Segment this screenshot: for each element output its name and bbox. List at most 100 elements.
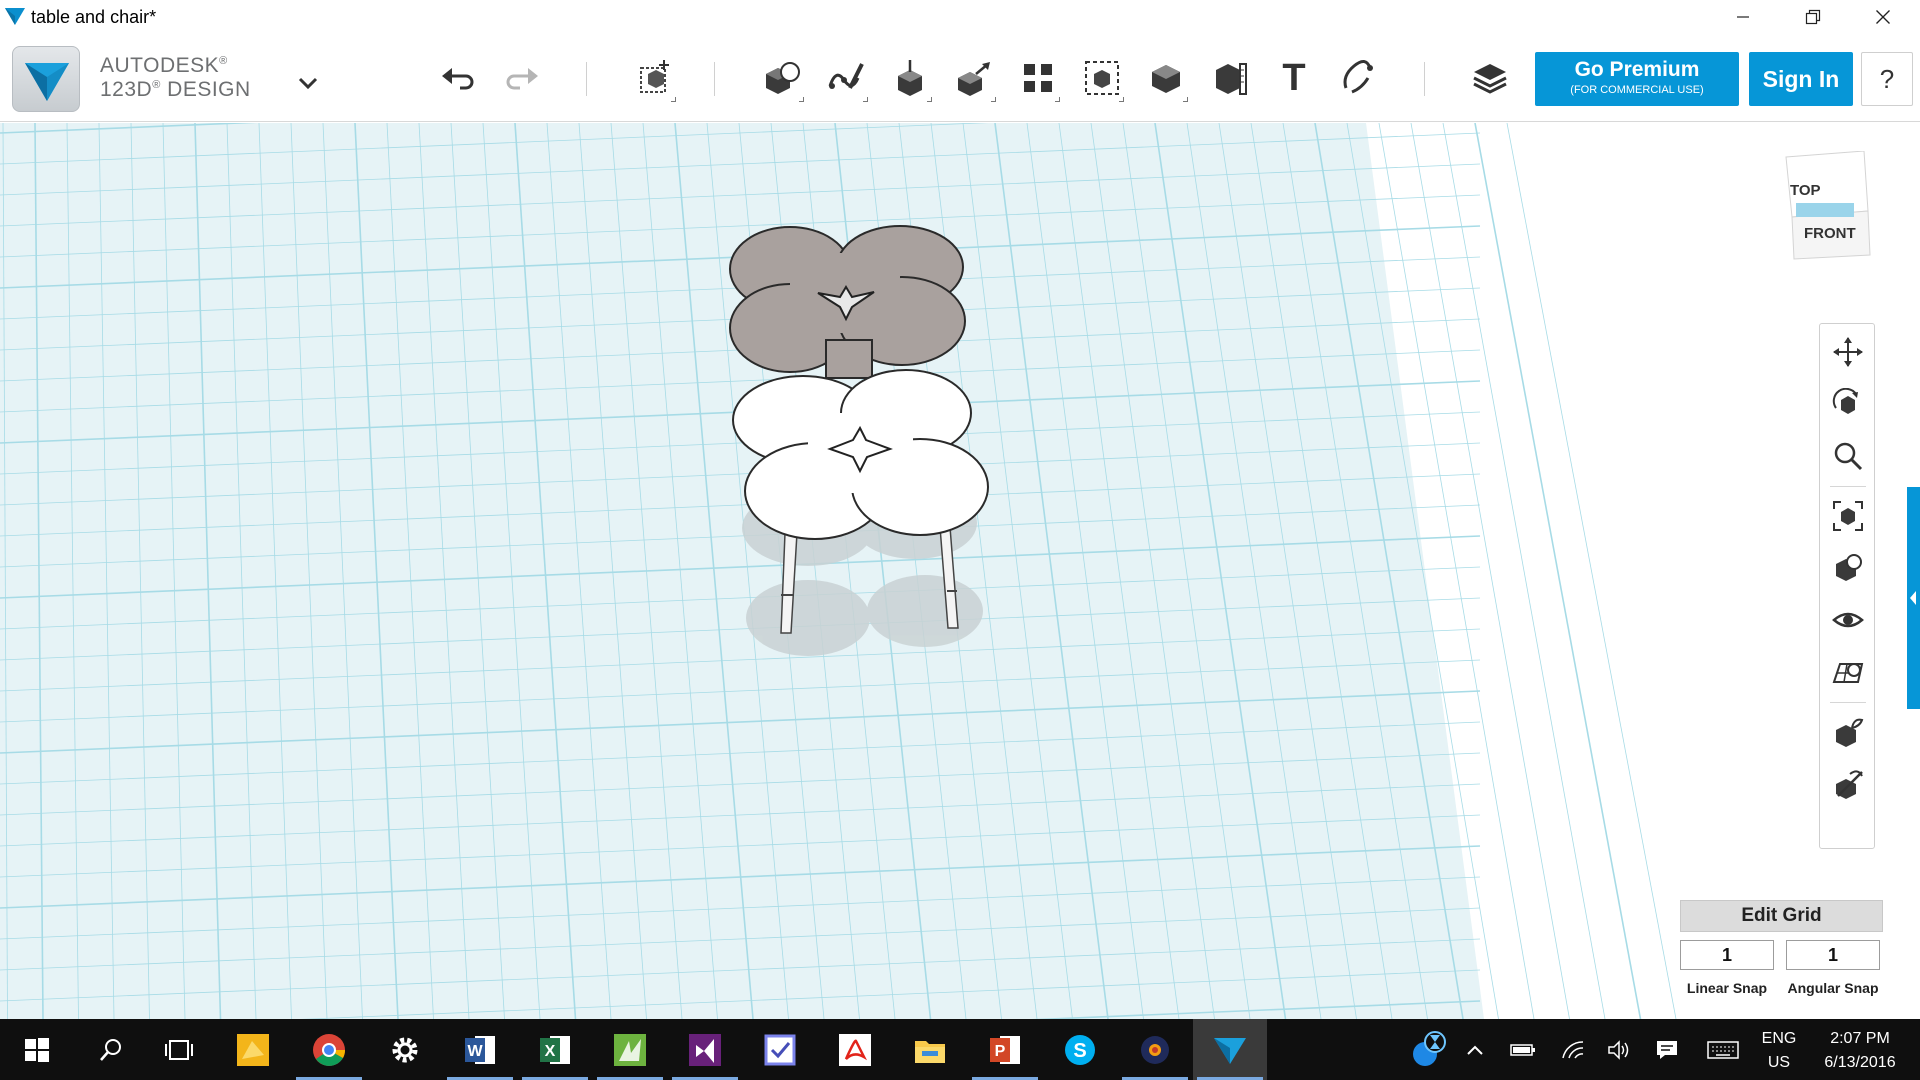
tray-sync-app[interactable]: [1404, 1019, 1454, 1080]
toolbar-separator: [714, 62, 715, 96]
view-cube-top-label[interactable]: TOP: [1790, 182, 1821, 199]
123d-logo-icon: [25, 63, 69, 101]
minimize-button[interactable]: [1714, 0, 1772, 34]
dark-app-icon: [1141, 1035, 1169, 1064]
construct-button[interactable]: [884, 52, 936, 104]
zoom-button[interactable]: [1820, 432, 1876, 480]
tool-menu-marker: [863, 97, 868, 102]
snap-settings-button[interactable]: [1820, 760, 1876, 808]
taskbar-app-word[interactable]: W: [443, 1019, 517, 1080]
workplane-scene[interactable]: [0, 123, 1920, 1019]
construct-icon: [898, 60, 922, 96]
grouping-icon: [1085, 61, 1119, 95]
keyboard-icon: [1707, 1040, 1739, 1059]
checklist-icon: [764, 1034, 796, 1065]
side-panel-toggle[interactable]: [1907, 487, 1920, 709]
battery-icon: [1510, 1043, 1535, 1056]
tray-wifi[interactable]: [1556, 1019, 1590, 1080]
tray-action-center[interactable]: [1650, 1019, 1684, 1080]
combine-button[interactable]: [1140, 52, 1192, 104]
snap-icon: [1343, 60, 1373, 94]
edit-grid-button[interactable]: Edit Grid: [1680, 900, 1883, 932]
sketch-button[interactable]: [820, 52, 872, 104]
tray-battery[interactable]: [1506, 1019, 1540, 1080]
sign-in-button[interactable]: Sign In: [1749, 52, 1853, 106]
skype-icon: S: [1065, 1034, 1095, 1065]
taskbar-app-visual-studio[interactable]: [668, 1019, 742, 1080]
angular-snap-field[interactable]: [1786, 940, 1880, 970]
nav-separator: [1830, 486, 1866, 487]
taskbar-app-yellow[interactable]: [216, 1019, 290, 1080]
taskbar-app-file-explorer[interactable]: [893, 1019, 967, 1080]
taskbar-app-settings[interactable]: [368, 1019, 442, 1080]
taskbar-app-123d-design[interactable]: [1193, 1019, 1267, 1080]
fit-to-view-button[interactable]: [1820, 492, 1876, 540]
grouping-button[interactable]: [1076, 52, 1128, 104]
angular-snap-label: Angular Snap: [1787, 980, 1879, 996]
measure-button[interactable]: [1204, 52, 1256, 104]
svg-text:W: W: [467, 1043, 483, 1060]
orbit-button[interactable]: [1820, 380, 1876, 428]
app-logo-button[interactable]: [12, 46, 80, 112]
chevron-up-icon: [1467, 1045, 1483, 1055]
linear-snap-label: Linear Snap: [1686, 980, 1768, 996]
modify-button[interactable]: [948, 52, 1000, 104]
view-cube[interactable]: TOP FRONT: [1780, 151, 1876, 261]
taskbar-app-chrome[interactable]: [292, 1019, 366, 1080]
svg-text:S: S: [1073, 1040, 1086, 1062]
tool-menu-marker: [927, 97, 932, 102]
pan-button[interactable]: [1820, 328, 1876, 376]
taskbar-app-dark[interactable]: [1118, 1019, 1192, 1080]
visibility-button[interactable]: [1820, 596, 1876, 644]
app-menu-dropdown[interactable]: [294, 72, 322, 94]
go-premium-button[interactable]: Go Premium (FOR COMMERCIAL USE): [1535, 52, 1739, 106]
tray-touch-keyboard[interactable]: [1700, 1019, 1746, 1080]
view-cube-icon: [1785, 151, 1871, 260]
views-button[interactable]: [1820, 544, 1876, 592]
materials-icon: [1473, 64, 1507, 94]
tray-volume[interactable]: [1602, 1019, 1636, 1080]
close-icon: [1876, 10, 1890, 24]
restore-button[interactable]: [1784, 0, 1842, 34]
svg-text:P: P: [995, 1043, 1006, 1060]
chair-back: [729, 225, 966, 379]
grid-display-button[interactable]: [1820, 648, 1876, 696]
task-view-button[interactable]: [142, 1019, 216, 1080]
snap-settings-icon: [1836, 770, 1863, 799]
help-button[interactable]: ?: [1861, 52, 1913, 106]
grid-display-icon: [1832, 663, 1864, 683]
start-button[interactable]: [0, 1019, 74, 1080]
visual-studio-icon: [689, 1033, 721, 1066]
material-view-button[interactable]: [1820, 708, 1876, 756]
grid-settings-panel: Edit Grid Linear Snap Angular Snap: [1680, 900, 1883, 1000]
snap-button[interactable]: [1332, 52, 1384, 104]
transform-icon: [640, 60, 669, 93]
folder-icon: [915, 1040, 945, 1063]
tray-expand-button[interactable]: [1460, 1019, 1490, 1080]
taskbar-app-skype[interactable]: S: [1043, 1019, 1117, 1080]
green-app-icon: [614, 1033, 646, 1066]
text-tool-button[interactable]: T: [1268, 52, 1320, 104]
taskbar-app-checklist[interactable]: [743, 1019, 817, 1080]
undo-button[interactable]: [432, 52, 484, 104]
redo-button[interactable]: [496, 52, 548, 104]
excel-icon: X: [540, 1035, 570, 1064]
transform-button[interactable]: [628, 52, 680, 104]
taskbar-app-powerpoint[interactable]: P: [968, 1019, 1042, 1080]
primitives-button[interactable]: [756, 52, 808, 104]
taskbar-app-green[interactable]: [593, 1019, 667, 1080]
materials-button[interactable]: [1464, 52, 1516, 104]
wifi-icon: [1562, 1040, 1584, 1058]
search-button[interactable]: [74, 1019, 148, 1080]
taskbar-app-excel[interactable]: X: [518, 1019, 592, 1080]
close-button[interactable]: [1854, 0, 1912, 34]
title-bar: table and chair*: [0, 0, 1920, 34]
view-cube-front-label[interactable]: FRONT: [1804, 225, 1856, 242]
system-clock[interactable]: 2:07 PM 6/13/2016: [1812, 1027, 1908, 1075]
input-language[interactable]: ENG US: [1757, 1027, 1801, 1075]
pattern-button[interactable]: [1012, 52, 1064, 104]
taskbar-app-acrobat[interactable]: [818, 1019, 892, 1080]
linear-snap-field[interactable]: [1680, 940, 1774, 970]
3d-viewport[interactable]: TOP FRONT Edit Grid 1 1 Linear Snap Angu…: [0, 123, 1920, 1019]
pan-icon: [1833, 337, 1863, 367]
